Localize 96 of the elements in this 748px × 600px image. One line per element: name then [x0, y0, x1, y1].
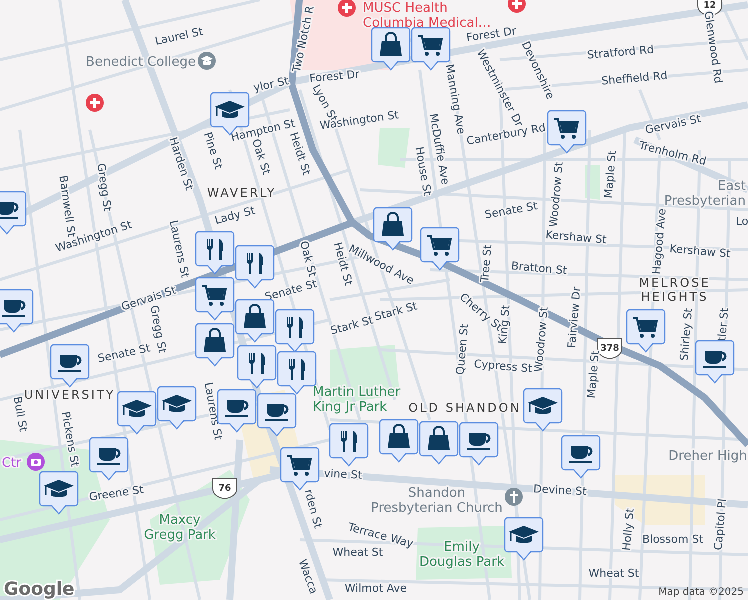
street-label: Wacca [296, 558, 320, 596]
street-label: Cypress St [474, 358, 533, 376]
fork-knife-pin-icon[interactable] [329, 423, 369, 467]
street-label: Woodrow St [532, 306, 551, 373]
neighborhood-label: MELROSE HEIGHTS [639, 276, 711, 304]
street-label: Wilmot Ave [344, 582, 408, 595]
street-label: Senate St [484, 200, 539, 222]
place-label: Shandon Presbyterian Church [371, 486, 503, 516]
cup-pin-icon[interactable] [89, 437, 129, 481]
street-label: Gervais St [644, 112, 702, 137]
park-label: Maxcy Gregg Park [144, 513, 216, 543]
street-label: Lady St [214, 204, 257, 228]
church-icon[interactable] [505, 488, 523, 506]
hospital-icon[interactable] [338, 0, 356, 17]
street-label: Kershaw St [669, 242, 732, 261]
street-label: Lo [736, 215, 748, 228]
street-label: Hagood Ave [650, 208, 669, 276]
college-icon[interactable] [198, 52, 216, 70]
cup-pin-icon[interactable] [695, 340, 735, 384]
street-label: Woodrow St [547, 162, 566, 228]
street-label: Oak St [250, 138, 274, 176]
street-label: Kershaw St [545, 228, 608, 247]
street-label: Senate St [96, 342, 152, 366]
bag-pin-icon[interactable] [235, 299, 275, 343]
street-label: Holly St [620, 508, 637, 552]
street-label: Stark St [373, 300, 419, 324]
street-label: Pine St [201, 130, 226, 171]
neighborhood-label: OLD SHANDON [408, 401, 522, 415]
bag-pin-icon[interactable] [419, 421, 459, 465]
street-label: Greene St [88, 483, 145, 504]
street-label: Heidt St [287, 130, 314, 177]
street-label: Stratford Rd [586, 43, 655, 62]
cup-pin-icon[interactable] [0, 289, 34, 333]
park-label: Emily Douglas Park [419, 540, 505, 570]
street-label: Blossom St [642, 533, 704, 546]
street-label: Wheat St [588, 567, 640, 580]
fork-knife-pin-icon[interactable] [195, 231, 235, 275]
graduation-cap-pin-icon[interactable] [117, 391, 157, 435]
place-label: East Presbyterian [664, 179, 746, 209]
neighborhood-label: UNIVERSITY [24, 388, 116, 402]
place-label: Ctr [2, 456, 22, 471]
street-label: Glenwood Rd [702, 10, 725, 84]
street-label: Bratton St [510, 260, 568, 278]
hospital-label: MUSC Health Columbia Medical… [363, 1, 492, 31]
cart-pin-icon[interactable] [280, 447, 320, 491]
street-label: tler St [716, 307, 732, 342]
map-attribution: Map data ©2025 [658, 587, 744, 598]
street-label: Laurens St [167, 219, 192, 280]
park-area [378, 128, 410, 168]
street-label: Shirley St [678, 308, 696, 362]
graduation-cap-pin-icon[interactable] [39, 471, 79, 515]
camera-icon[interactable] [27, 453, 45, 471]
cart-pin-icon[interactable] [626, 309, 666, 353]
street-label: Tree St [478, 244, 495, 284]
hospital-icon[interactable] [86, 94, 104, 112]
cup-pin-icon[interactable] [459, 422, 499, 466]
street-label: Senate St [264, 277, 319, 304]
bag-pin-icon[interactable] [195, 323, 235, 367]
place-label: Benedict College [86, 55, 196, 70]
cup-pin-icon[interactable] [257, 393, 297, 437]
street-label: Laurel St [154, 25, 204, 48]
bag-pin-icon[interactable] [379, 419, 419, 463]
hospital-icon[interactable] [508, 0, 526, 13]
street-label: ylor St [252, 74, 290, 95]
street-label: Capitol Pl [712, 498, 730, 552]
street-label: vine St [324, 467, 363, 482]
place-label: Dreher High [668, 449, 748, 464]
street-label: Queen St [454, 324, 472, 376]
cart-pin-icon[interactable] [420, 227, 460, 271]
graduation-cap-pin-icon[interactable] [504, 517, 544, 561]
street-label: Pickens St [59, 410, 82, 468]
street-label: Harden St [166, 136, 196, 192]
cart-pin-icon[interactable] [547, 110, 587, 154]
cup-pin-icon[interactable] [50, 344, 90, 388]
neighborhood-label: WAVERLY [207, 186, 277, 200]
fork-knife-pin-icon[interactable] [237, 345, 277, 389]
street-label: Devine St [533, 482, 588, 498]
graduation-cap-pin-icon[interactable] [523, 388, 563, 432]
street-label: Wheat St [332, 546, 384, 559]
street-label: Laurens St [202, 382, 225, 442]
street-label: rden St [302, 488, 325, 530]
route-shield: 76 [212, 478, 238, 500]
park-label: Martin Luther King Jr Park [313, 385, 401, 415]
cup-pin-icon[interactable] [561, 435, 601, 479]
fork-knife-pin-icon[interactable] [275, 309, 315, 353]
google-logo[interactable]: Google [4, 579, 75, 600]
bag-pin-icon[interactable] [371, 27, 411, 71]
street-label: Oak St [297, 240, 320, 278]
cup-pin-icon[interactable] [0, 191, 27, 235]
street-label: Gregg St [94, 162, 114, 212]
street-label: Fairview Dr [565, 286, 584, 349]
street-label: Stark St [329, 314, 375, 338]
graduation-cap-pin-icon[interactable] [157, 386, 197, 430]
cart-pin-icon[interactable] [195, 277, 235, 321]
street-label: Maple St [602, 150, 620, 200]
street-label: Sheffield Rd [601, 69, 668, 88]
